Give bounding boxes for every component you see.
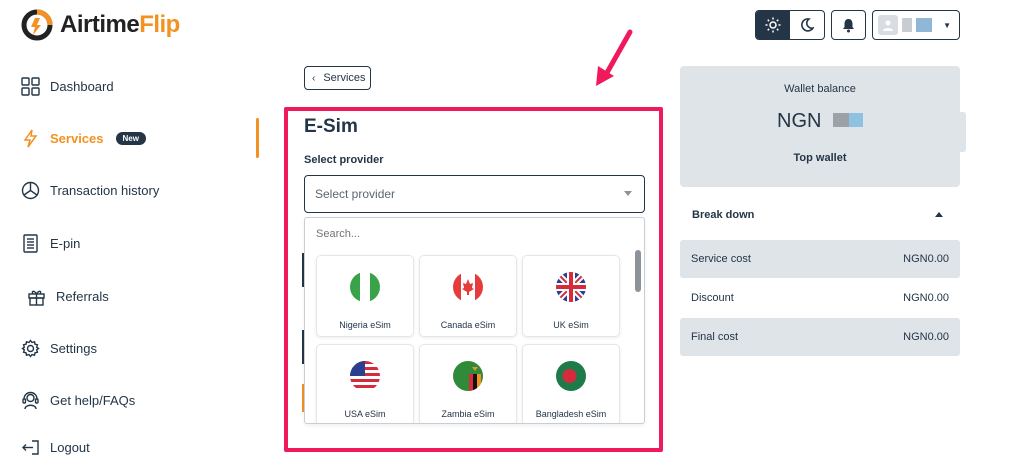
- redacted-name: [902, 18, 912, 32]
- sidebar-item-label: Services: [50, 130, 104, 146]
- row-value: NGN0.00: [903, 331, 949, 343]
- wallet-balance-label: Wallet balance: [784, 83, 856, 95]
- headset-icon: [20, 390, 40, 410]
- sidebar-item-referrals[interactable]: Referrals: [26, 286, 109, 306]
- back-services-button[interactable]: ‹ Services: [304, 66, 371, 90]
- row-label: Final cost: [691, 331, 739, 343]
- theme-toggle[interactable]: [755, 10, 825, 40]
- breakdown-row-discount: Discount NGN0.00: [680, 279, 960, 317]
- moon-icon: [801, 18, 814, 32]
- grid-icon: [20, 76, 40, 96]
- sidebar-item-help[interactable]: Get help/FAQs: [20, 390, 135, 410]
- bell-icon: [843, 18, 854, 32]
- sidebar-item-e-pin[interactable]: E-pin: [20, 233, 80, 253]
- sidebar-item-services[interactable]: Services New: [20, 128, 146, 148]
- dark-mode-button[interactable]: [790, 11, 824, 39]
- annotation-highlight-box: [284, 107, 663, 452]
- lightning-icon: [20, 128, 40, 148]
- breakdown-title[interactable]: Break down: [692, 209, 754, 221]
- gear-icon: [20, 338, 40, 358]
- avatar: [878, 15, 898, 35]
- sidebar-item-label: Settings: [50, 340, 97, 356]
- sidebar-item-label: Get help/FAQs: [50, 392, 136, 408]
- sidebar-item-label: Logout: [50, 439, 90, 455]
- logout-icon: [20, 437, 40, 457]
- row-value: NGN0.00: [903, 292, 949, 304]
- sidebar-item-label: Transaction history: [50, 182, 160, 198]
- pie-chart-icon: [20, 180, 40, 200]
- wallet-card: Wallet balance NGN Top wallet: [680, 66, 960, 187]
- logo-text: AirtimeFlip: [60, 11, 180, 38]
- receipt-icon: [20, 233, 40, 253]
- new-badge: New: [115, 131, 146, 145]
- user-icon: [883, 20, 893, 31]
- chevron-down-icon: ▼: [943, 20, 951, 30]
- user-menu-button[interactable]: ▼: [872, 10, 960, 40]
- breakdown-row-service-cost: Service cost NGN0.00: [680, 240, 960, 278]
- caret-up-icon[interactable]: [935, 212, 943, 217]
- sidebar-item-label: Dashboard: [50, 78, 114, 94]
- back-services-label: Services: [323, 72, 366, 84]
- redacted-balance: [833, 110, 864, 133]
- gift-icon: [26, 286, 46, 306]
- logo-mark-icon: [20, 8, 54, 42]
- sidebar-item-settings[interactable]: Settings: [20, 338, 97, 358]
- sidebar-item-transaction-history[interactable]: Transaction history: [20, 180, 159, 200]
- row-label: Service cost: [691, 253, 751, 265]
- active-nav-indicator: [256, 118, 259, 158]
- row-label: Discount: [691, 292, 734, 304]
- light-mode-button[interactable]: [756, 11, 790, 39]
- sidebar-item-dashboard[interactable]: Dashboard: [20, 76, 114, 96]
- sun-icon: [765, 17, 781, 33]
- row-value: NGN0.00: [903, 253, 949, 265]
- wallet-balance: NGN: [777, 110, 864, 133]
- annotation-arrow-icon: [590, 26, 640, 97]
- breakdown-row-final-cost: Final cost NGN0.00: [680, 318, 960, 356]
- chevron-left-icon: ‹: [312, 72, 316, 84]
- app-logo[interactable]: AirtimeFlip: [20, 8, 180, 42]
- redacted-name: [916, 18, 932, 32]
- sidebar-item-logout[interactable]: Logout: [20, 437, 90, 457]
- wallet-currency: NGN: [777, 110, 822, 132]
- top-wallet-link[interactable]: Top wallet: [680, 152, 960, 164]
- sidebar-item-label: E-pin: [50, 235, 81, 251]
- sidebar-item-label: Referrals: [56, 288, 109, 304]
- notifications-button[interactable]: [831, 10, 866, 40]
